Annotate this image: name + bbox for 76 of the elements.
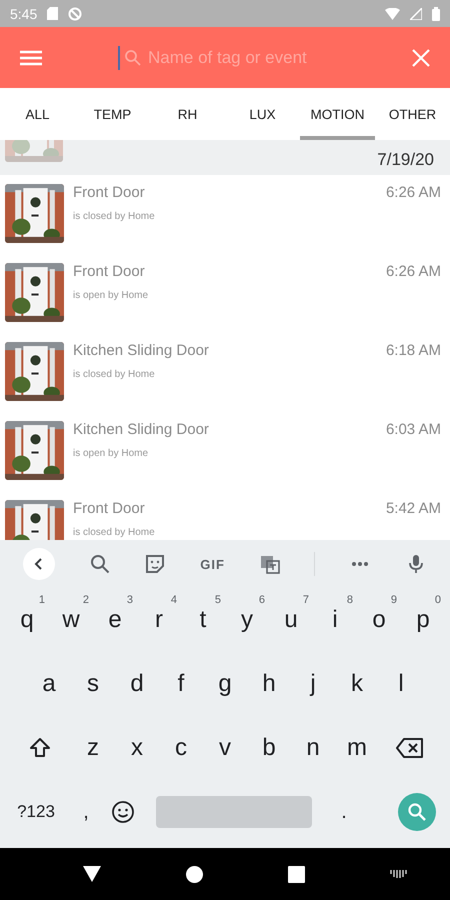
letter-key[interactable]: v	[203, 720, 247, 776]
letter-key[interactable]: h	[247, 656, 291, 712]
search-key[interactable]	[398, 793, 436, 831]
search-icon[interactable]	[88, 553, 111, 575]
letter-key[interactable]: n	[291, 720, 335, 776]
event-time: 6:03 AM	[386, 421, 441, 438]
search-icon	[124, 48, 142, 66]
letter-key[interactable]: t 5	[181, 592, 225, 648]
event-detail: is closed by Home	[73, 369, 155, 380]
letter-key[interactable]: s	[71, 656, 115, 712]
event-detail: is open by Home	[73, 290, 148, 301]
letter-key[interactable]: l	[379, 656, 423, 712]
event-detail: is closed by Home	[73, 211, 155, 222]
letter-key[interactable]: g	[203, 656, 247, 712]
symbols-key[interactable]: ?123	[6, 788, 66, 836]
letter-key[interactable]: f	[159, 656, 203, 712]
blocked-circle-icon	[68, 6, 82, 20]
letter-key[interactable]: k	[335, 656, 379, 712]
letter-key[interactable]: o 9	[357, 592, 401, 648]
filter-tab[interactable]: LUX	[225, 88, 300, 140]
emoji-icon	[111, 800, 135, 824]
event-title: Front Door	[73, 500, 145, 517]
keyboard-icon[interactable]	[390, 869, 408, 879]
letter-key[interactable]: y 6	[225, 592, 269, 648]
translate-icon[interactable]	[258, 553, 281, 575]
text-cursor	[118, 46, 120, 70]
letter-key[interactable]: p 0	[401, 592, 445, 648]
event-time: 6:26 AM	[386, 184, 441, 201]
letter-key[interactable]: w 2	[49, 592, 93, 648]
letter-key[interactable]: i 8	[313, 592, 357, 648]
letter-key[interactable]: z	[71, 720, 115, 776]
letter-key[interactable]: b	[247, 720, 291, 776]
filter-tab[interactable]: ALL	[0, 88, 75, 140]
event-time: 6:18 AM	[386, 342, 441, 359]
event-title: Kitchen Sliding Door	[73, 421, 209, 438]
filter-tab[interactable]: TEMP	[75, 88, 150, 140]
letter-key[interactable]: c	[159, 720, 203, 776]
event-detail: is closed by Home	[73, 527, 155, 538]
letter-key[interactable]: x	[115, 720, 159, 776]
wifi-icon	[385, 8, 400, 20]
home-circle-icon[interactable]	[186, 866, 202, 882]
recents-square-icon[interactable]	[288, 866, 304, 882]
letter-key[interactable]: e 3	[93, 592, 137, 648]
event-title: Front Door	[73, 184, 145, 201]
filter-tab[interactable]: OTHER	[375, 88, 450, 140]
period-key[interactable]: .	[324, 788, 364, 836]
event-detail: is open by Home	[73, 448, 148, 459]
event-time: 5:42 AM	[386, 500, 441, 517]
gif-button[interactable]: GIF	[200, 556, 225, 572]
signal-icon	[410, 8, 422, 20]
letter-key[interactable]: q 1	[5, 592, 49, 648]
event-time: 6:26 AM	[386, 263, 441, 280]
date-header: 7/19/20	[377, 150, 434, 170]
shift-icon	[28, 736, 52, 760]
search-icon	[407, 802, 427, 822]
filter-tab[interactable]: RH	[150, 88, 225, 140]
close-icon[interactable]	[412, 48, 430, 66]
letter-key[interactable]: u 7	[269, 592, 313, 648]
letter-key[interactable]: a	[27, 656, 71, 712]
chevron-left-icon	[34, 558, 44, 570]
backspace-icon	[396, 737, 424, 759]
letter-key[interactable]: r 4	[137, 592, 181, 648]
event-title: Front Door	[73, 263, 145, 280]
event-title: Kitchen Sliding Door	[73, 342, 209, 359]
menu-icon[interactable]	[20, 50, 42, 66]
back-triangle-icon[interactable]	[82, 866, 100, 882]
letter-key[interactable]: j	[291, 656, 335, 712]
search-field[interactable]: Name of tag or event	[148, 48, 348, 68]
clock-time: 5:45	[10, 6, 38, 22]
sd-card-icon	[47, 7, 58, 20]
letter-key[interactable]: d	[115, 656, 159, 712]
battery-icon	[432, 6, 440, 20]
letter-key[interactable]: m	[335, 720, 379, 776]
back-button[interactable]	[22, 548, 55, 580]
sticker-icon[interactable]	[144, 553, 166, 575]
comma-key[interactable]: ,	[66, 788, 106, 836]
